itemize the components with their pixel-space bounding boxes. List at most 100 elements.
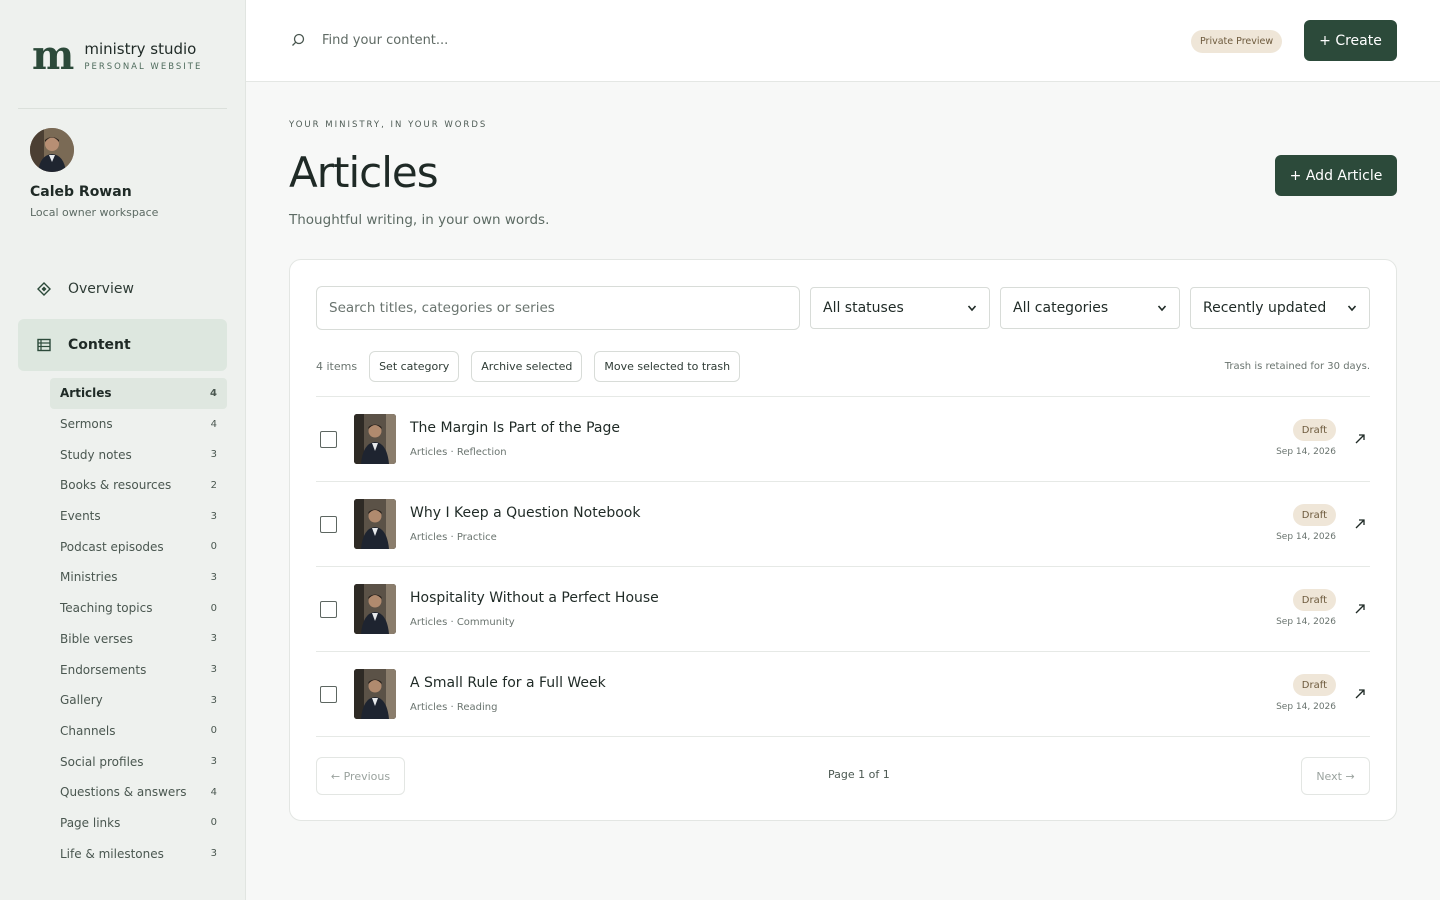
- sidebar: m ministry studio PERSONAL WEBSITE Caleb…: [0, 0, 246, 900]
- sidebar-item-label: Podcast episodes: [60, 539, 164, 554]
- open-external-icon[interactable]: [1352, 601, 1368, 617]
- article-title[interactable]: A Small Rule for a Full Week: [410, 675, 606, 691]
- row-checkbox[interactable]: [320, 516, 337, 533]
- sidebar-item-label: Sermons: [60, 417, 113, 432]
- sidebar-divider: [18, 108, 227, 109]
- content-type-list: Articles 4 Sermons 4 Study notes 3 Books & res…: [50, 378, 227, 869]
- sidebar-item-count: 3: [210, 449, 217, 461]
- move-to-trash-button[interactable]: Move selected to trash: [594, 350, 741, 382]
- brand-logo: m: [32, 32, 74, 79]
- open-external-icon[interactable]: [1352, 686, 1368, 702]
- sidebar-item-label: Social profiles: [60, 754, 144, 769]
- topbar: Private Preview + Create: [246, 0, 1440, 82]
- sidebar-item-articles[interactable]: Articles 4: [50, 378, 227, 409]
- sidebar-item-count: 3: [210, 633, 217, 645]
- sidebar-item-count: 0: [210, 817, 217, 829]
- sidebar-item-label: Endorsements: [60, 662, 147, 677]
- open-external-icon[interactable]: [1352, 431, 1368, 447]
- sidebar-item-count: 0: [210, 541, 217, 553]
- article-title[interactable]: Why I Keep a Question Notebook: [410, 505, 640, 521]
- article-meta: Articles · Reflection: [410, 447, 507, 458]
- sidebar-item-channels[interactable]: Channels 0: [50, 716, 227, 747]
- global-search-input[interactable]: [322, 28, 822, 52]
- article-date: Sep 14, 2026: [1276, 532, 1336, 542]
- user-role: Local owner workspace: [30, 206, 159, 219]
- sidebar-item-teaching-topics[interactable]: Teaching topics 0: [50, 593, 227, 624]
- article-title[interactable]: Hospitality Without a Perfect House: [410, 590, 659, 606]
- sidebar-item-label: Bible verses: [60, 631, 134, 646]
- page-indicator: Page 1 of 1: [828, 768, 890, 781]
- status-badge: Draft: [1292, 419, 1336, 441]
- sidebar-item-social-profiles[interactable]: Social profiles 3: [50, 746, 227, 777]
- brand[interactable]: m ministry studio PERSONAL WEBSITE: [32, 32, 203, 79]
- status-badge: Draft: [1292, 504, 1336, 526]
- article-thumbnail: [354, 414, 396, 464]
- diamond-icon: [36, 281, 52, 297]
- status-filter-select[interactable]: All statuses: [810, 287, 990, 329]
- sidebar-item-label: Study notes: [60, 447, 132, 462]
- sidebar-item-sermons[interactable]: Sermons 4: [50, 409, 227, 440]
- article-date: Sep 14, 2026: [1276, 617, 1336, 627]
- sidebar-item-books-resources[interactable]: Books & resources 2: [50, 470, 227, 501]
- chevron-down-icon: [967, 305, 977, 312]
- brand-name: ministry studio: [84, 40, 197, 58]
- row-checkbox[interactable]: [320, 686, 337, 703]
- nav-overview-label: Overview: [68, 281, 134, 297]
- chevron-down-icon: [1157, 305, 1167, 312]
- sidebar-item-gallery[interactable]: Gallery 3: [50, 685, 227, 716]
- table-row[interactable]: Why I Keep a Question Notebook Articles ·…: [316, 482, 1370, 567]
- sidebar-item-page-links[interactable]: Page links 0: [50, 808, 227, 839]
- sort-value: Recently updated: [1203, 300, 1327, 316]
- add-article-button[interactable]: + Add Article: [1275, 155, 1397, 196]
- category-filter-select[interactable]: All categories: [1000, 287, 1180, 329]
- article-thumbnail: [354, 499, 396, 549]
- open-external-icon[interactable]: [1352, 516, 1368, 532]
- article-meta: Articles · Reading: [410, 702, 498, 713]
- sidebar-item-label: Books & resources: [60, 478, 172, 493]
- next-page-button[interactable]: Next →: [1301, 757, 1370, 795]
- nav-content[interactable]: Content: [18, 319, 227, 371]
- sidebar-item-endorsements[interactable]: Endorsements 3: [50, 654, 227, 685]
- sidebar-item-label: Gallery: [60, 693, 103, 708]
- article-date: Sep 14, 2026: [1276, 702, 1336, 712]
- articles-card: All statuses All categories Recently upd…: [289, 259, 1397, 821]
- status-badge: Draft: [1292, 589, 1336, 611]
- search-icon: [290, 32, 306, 48]
- sidebar-item-events[interactable]: Events 3: [50, 501, 227, 532]
- sidebar-item-questions-answers[interactable]: Questions & answers 4: [50, 777, 227, 808]
- article-search-input[interactable]: [316, 286, 800, 330]
- sidebar-item-ministries[interactable]: Ministries 3: [50, 562, 227, 593]
- article-thumbnail: [354, 584, 396, 634]
- nav-content-label: Content: [68, 337, 131, 353]
- brand-subtitle: PERSONAL WEBSITE: [84, 62, 203, 72]
- user-name: Caleb Rowan: [30, 184, 132, 200]
- nav-overview[interactable]: Overview: [18, 263, 227, 315]
- sidebar-item-life-milestones[interactable]: Life & milestones 3: [50, 838, 227, 869]
- row-checkbox[interactable]: [320, 431, 337, 448]
- article-title[interactable]: The Margin Is Part of the Page: [410, 420, 620, 436]
- sort-select[interactable]: Recently updated: [1190, 287, 1370, 329]
- sidebar-item-label: Events: [60, 509, 101, 524]
- sidebar-item-study-notes[interactable]: Study notes 3: [50, 439, 227, 470]
- sidebar-item-label: Teaching topics: [60, 601, 153, 616]
- sidebar-item-bible-verses[interactable]: Bible verses 3: [50, 624, 227, 655]
- sidebar-item-count: 3: [210, 664, 217, 676]
- chevron-down-icon: [1347, 305, 1357, 312]
- table-row[interactable]: Hospitality Without a Perfect House Artic…: [316, 567, 1370, 652]
- page-subtitle: Thoughtful writing, in your own words.: [289, 212, 550, 228]
- category-filter-value: All categories: [1013, 300, 1109, 316]
- sidebar-item-podcast-episodes[interactable]: Podcast episodes 0: [50, 531, 227, 562]
- table-row[interactable]: The Margin Is Part of the Page Articles ·…: [316, 397, 1370, 482]
- article-meta: Articles · Community: [410, 617, 515, 628]
- table-row[interactable]: A Small Rule for a Full Week Articles · R…: [316, 652, 1370, 737]
- private-preview-badge: Private Preview: [1191, 30, 1283, 53]
- create-button[interactable]: + Create: [1304, 20, 1397, 61]
- sidebar-item-count: 4: [210, 786, 217, 798]
- archive-selected-button[interactable]: Archive selected: [471, 350, 583, 382]
- sidebar-item-label: Channels: [60, 723, 116, 738]
- previous-page-button[interactable]: ← Previous: [316, 757, 405, 795]
- row-checkbox[interactable]: [320, 601, 337, 618]
- set-category-button[interactable]: Set category: [369, 350, 460, 382]
- page-title: Articles: [289, 148, 439, 197]
- status-badge: Draft: [1292, 674, 1336, 696]
